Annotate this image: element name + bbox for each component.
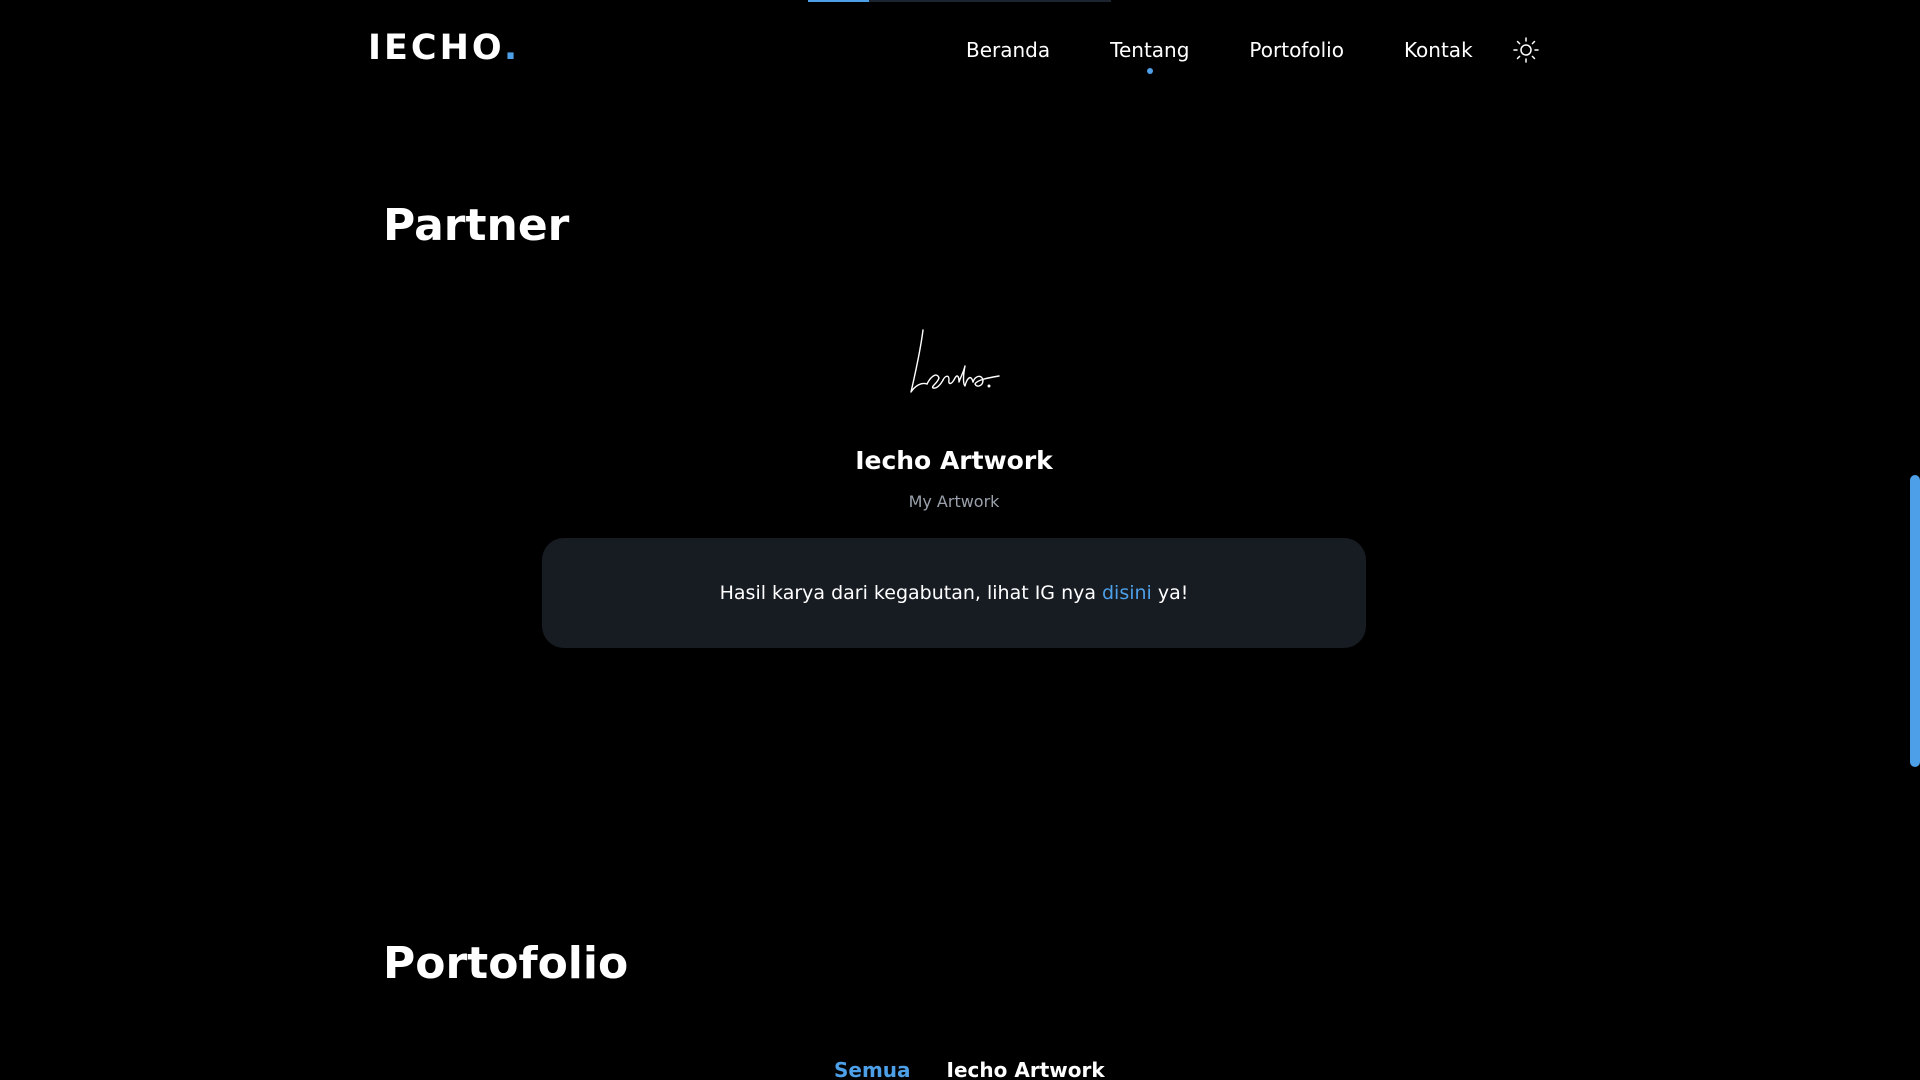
sun-icon <box>1513 37 1539 63</box>
filter-tab-iecho-artwork[interactable]: Iecho Artwork <box>947 1056 1105 1080</box>
scrollbar-thumb[interactable] <box>1910 475 1920 767</box>
partner-name: Iecho Artwork <box>855 446 1053 475</box>
filter-tab-semua[interactable]: Semua <box>834 1056 911 1080</box>
instagram-link[interactable]: disini <box>1102 582 1152 604</box>
partner-description-card: Hasil karya dari kegabutan, lihat IG nya… <box>542 538 1366 648</box>
page: IECHO. Beranda Tentang Portofolio Kontak <box>0 0 1920 1080</box>
nav-item-portofolio[interactable]: Portofolio <box>1249 36 1344 64</box>
card-text-after: ya! <box>1157 582 1189 604</box>
portfolio-filter-tabs: Semua Iecho Artwork <box>834 1056 1141 1080</box>
page-scrollbar[interactable] <box>1908 0 1920 1080</box>
nav-item-beranda[interactable]: Beranda <box>966 36 1050 64</box>
nav-item-tentang[interactable]: Tentang <box>1110 36 1189 74</box>
partner-logo <box>903 326 1007 396</box>
site-header: IECHO. Beranda Tentang Portofolio Kontak <box>0 0 1920 100</box>
partner-subtitle: My Artwork <box>908 492 1000 511</box>
portfolio-section-title: Portofolio <box>383 938 629 989</box>
main-nav: Beranda Tentang Portofolio Kontak <box>966 36 1533 74</box>
theme-toggle-button[interactable] <box>1512 36 1540 64</box>
card-text-before: Hasil karya dari kegabutan, lihat IG nya <box>719 582 1096 604</box>
signature-logo-image <box>910 329 1000 393</box>
site-logo[interactable]: IECHO. <box>368 28 520 68</box>
partner-section-title: Partner <box>383 200 570 251</box>
logo-text: IECHO <box>368 28 504 68</box>
nav-item-kontak[interactable]: Kontak <box>1404 36 1473 64</box>
logo-dot: . <box>503 28 521 68</box>
